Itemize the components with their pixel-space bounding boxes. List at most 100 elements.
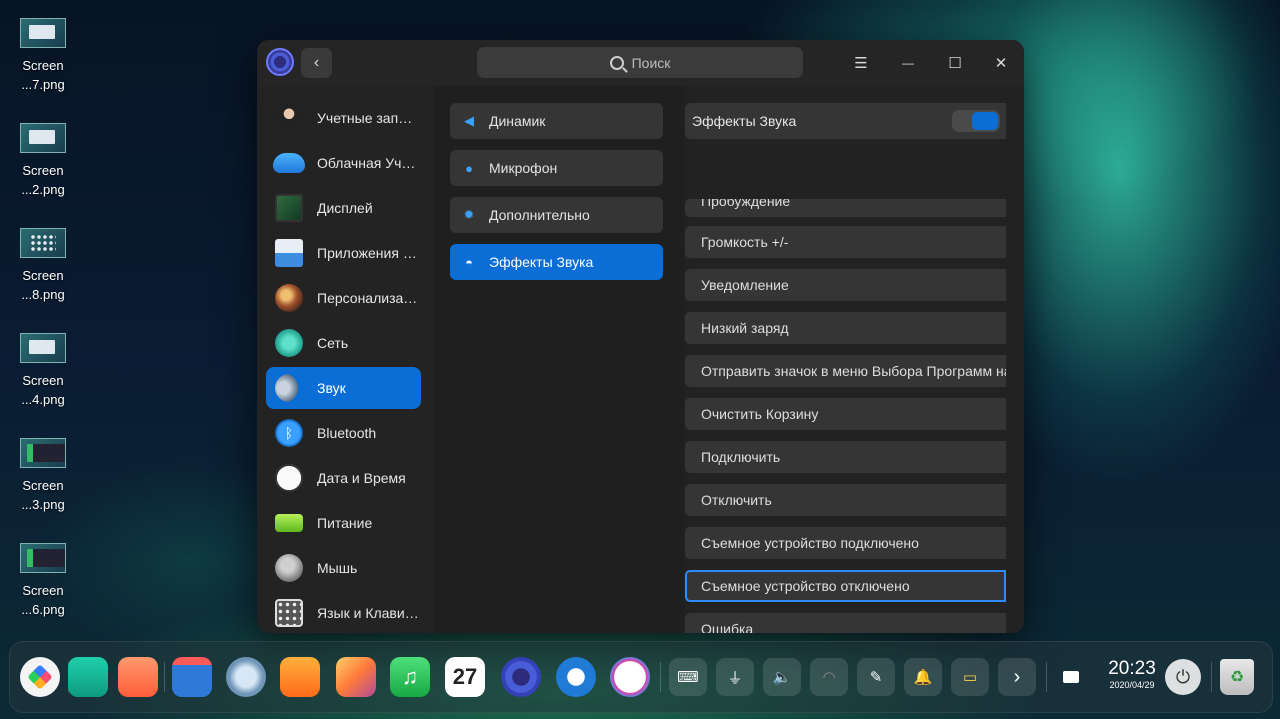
effect-row[interactable]: Съемное устройство подключено [685,527,1006,559]
desktop-file[interactable]: Screen ...7.png [10,18,76,94]
file-name-line2: ...8.png [21,287,65,302]
subnav-microphone[interactable]: ● Микрофон [450,150,663,186]
file-name-line2: ...7.png [21,77,65,92]
file-manager-icon[interactable] [68,657,108,697]
effect-row[interactable]: Пробуждение [685,199,1006,217]
maximize-button[interactable]: ☐ [941,49,969,77]
sidebar-item-datetime[interactable]: Дата и Время [266,457,421,499]
photos-icon[interactable] [336,657,376,697]
trash-icon[interactable]: ♻ [1220,659,1254,695]
sidebar-item-power[interactable]: Питание [266,502,421,544]
sidebar-item-mouse[interactable]: Мышь [266,547,421,589]
desktop-file[interactable]: Screen ...6.png [10,543,76,619]
music-icon[interactable]: ♫ [390,657,430,697]
sidebar-item-sound[interactable]: Звук [266,367,421,409]
bell-icon[interactable]: 🔔 [904,658,942,696]
sidebar-item-network[interactable]: Сеть [266,322,421,364]
close-icon: ✕ [994,55,1008,72]
app-store-icon[interactable] [118,657,158,697]
calendar-icon[interactable]: 27 [445,657,485,697]
effect-row[interactable]: Ошибка [685,613,1006,633]
sound-subnav: ◀ Динамик ● Микрофон ✹ Дополнительно ◓ Э… [434,86,684,633]
back-button[interactable]: ‹ [301,48,332,78]
sidebar-item-label: Звук [317,380,346,396]
effect-row[interactable]: Подключить [685,441,1006,473]
pen-icon[interactable]: ✎ [857,658,895,696]
desktop-file[interactable]: Screen ...3.png [10,438,76,514]
speaker-icon: ◀ [464,113,474,128]
sidebar-item-label: Персонализация [317,290,419,306]
browser-icon[interactable] [226,657,266,697]
subnav-advanced[interactable]: ✹ Дополнительно [450,197,663,233]
bluetooth-icon: ᛒ [275,419,303,447]
handshake-icon[interactable] [556,657,596,697]
desktop-file[interactable]: Screen ...2.png [10,123,76,199]
menu-button[interactable]: ☰ [847,49,875,77]
sidebar-item-default-apps[interactable]: Приложения по умолчанию [266,232,421,274]
effect-row[interactable]: Съемное устройство отключено [685,570,1006,602]
close-button[interactable]: ✕ [987,49,1015,77]
tablet-mode-icon[interactable] [1056,658,1086,696]
sidebar-item-display[interactable]: Дисплей [266,187,421,229]
effect-row[interactable]: Низкий заряд [685,312,1006,344]
sidebar-item-cloud[interactable]: Облачная Учетная запись [266,142,421,184]
clock-icon [275,464,303,492]
image-thumbnail-icon [20,123,66,153]
power-icon[interactable]: ⏻ [1165,659,1201,695]
subnav-sound-effects[interactable]: ◓ Эффекты Звука [450,244,663,280]
effect-row[interactable]: Отправить значок в меню Выбора Программ … [685,355,1006,387]
network-icon [275,329,303,357]
sidebar-item-label: Приложения по умолчанию [317,245,419,261]
desktop-file[interactable]: Screen ...4.png [10,333,76,409]
settings-icon[interactable] [501,657,541,697]
wifi-icon[interactable]: ◠ [810,658,848,696]
subnav-label: Микрофон [489,160,558,176]
dock-separator [1211,662,1212,692]
microphone-icon: ● [465,160,473,176]
chevron-right-icon[interactable]: › [998,658,1036,696]
usb-icon[interactable]: ⏚ [716,658,754,696]
battery-tray-icon[interactable]: ▭ [951,658,989,696]
battery-icon [275,514,303,532]
minimize-button[interactable]: — [894,49,922,77]
file-name-line1: Screen [22,58,64,73]
accounts-icon [275,104,303,132]
subnav-label: Динамик [489,113,546,129]
launcher-icon[interactable] [20,657,60,697]
sidebar-item-keyboard[interactable]: Язык и Клавиатура [266,592,421,633]
image-thumbnail-icon [20,438,66,468]
file-name-line2: ...6.png [21,602,65,617]
settings-app-icon [266,48,294,76]
sound-icon [275,374,303,402]
mail-icon[interactable] [172,657,212,697]
sidebar-item-personalization[interactable]: Персонализация [266,277,421,319]
search-input[interactable]: Поиск [477,47,803,78]
volume-icon[interactable]: 🔈 [763,658,801,696]
sidebar-item-label: Сеть [317,335,349,351]
search-placeholder: Поиск [631,54,671,71]
file-name-line1: Screen [22,583,64,598]
search-icon [609,55,624,70]
desktop-file[interactable]: Screen ...8.png [10,228,76,304]
subnav-speaker[interactable]: ◀ Динамик [450,103,663,139]
sidebar-item-accounts[interactable]: Учетные записи [266,97,421,139]
sidebar-item-label: Дисплей [317,200,373,216]
effect-row[interactable]: Очистить Корзину [685,398,1006,430]
keyboard-tray-icon[interactable]: ⌨ [669,658,707,696]
shop-icon[interactable] [280,657,320,697]
sound-effects-toggle[interactable] [952,110,1000,132]
dock: ♫ 27 ⌨ ⏚ 🔈 ◠ ✎ 🔔 ▭ › 20:23 2020/04/29 ⏻ … [9,641,1273,713]
effect-row[interactable]: Отключить [685,484,1006,516]
titlebar: ‹ Поиск ☰ — ☐ ✕ [257,40,1024,86]
sidebar-item-bluetooth[interactable]: ᛒ Bluetooth [266,412,421,454]
sidebar-item-label: Дата и Время [317,470,406,486]
sidebar: Учетные записи Облачная Учетная запись Д… [257,86,434,633]
minimize-icon: — [902,56,914,70]
sound-effects-header: Эффекты Звука [685,103,1006,139]
draw-icon[interactable] [610,657,650,697]
dock-separator [1046,662,1047,692]
effect-row[interactable]: Уведомление [685,269,1006,301]
clock[interactable]: 20:23 2020/04/29 [1102,659,1162,691]
sidebar-item-label: Язык и Клавиатура [317,605,419,621]
effect-row[interactable]: Громкость +/- [685,226,1006,258]
